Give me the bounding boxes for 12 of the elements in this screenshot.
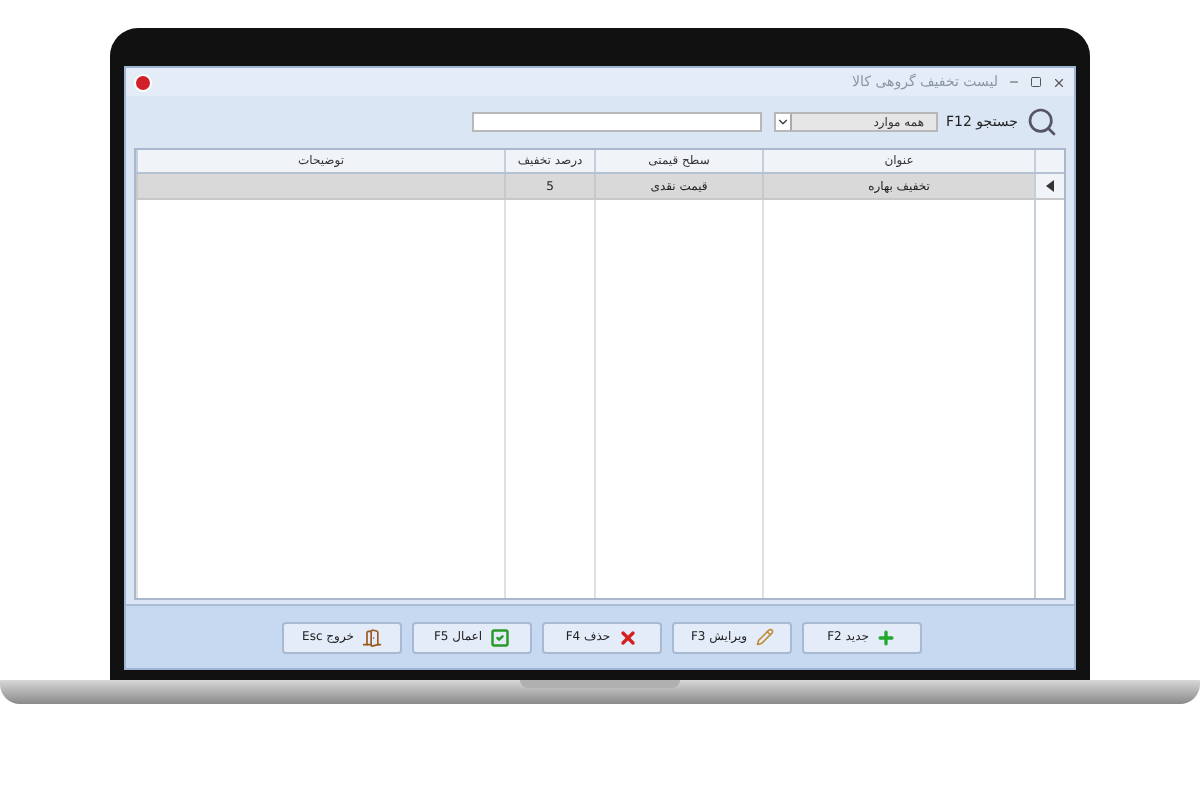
- app-icon: [134, 73, 152, 91]
- plus-icon: [876, 627, 897, 647]
- search-field[interactable]: [472, 112, 763, 132]
- row-pointer-icon: [1046, 180, 1054, 192]
- close-icon: [618, 627, 639, 647]
- dropdown-arrow-icon[interactable]: [776, 114, 793, 130]
- search-icon[interactable]: [1026, 106, 1058, 138]
- door-icon: [361, 627, 382, 647]
- check-icon: [490, 627, 511, 647]
- maximize-icon[interactable]: [1030, 76, 1042, 88]
- close-icon[interactable]: [1052, 75, 1066, 89]
- pencil-icon: [755, 628, 774, 646]
